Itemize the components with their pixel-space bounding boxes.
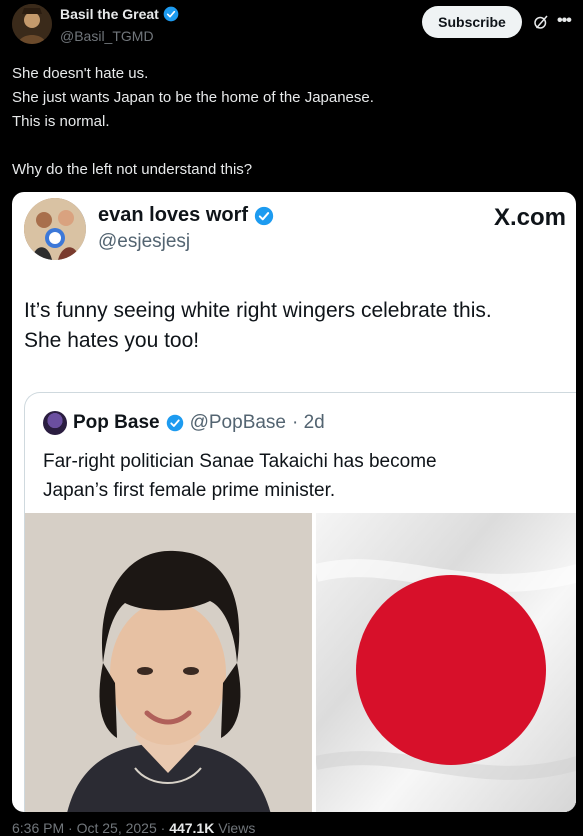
quoted-author-name: Pop Base [73,412,160,433]
subscribe-button[interactable]: Subscribe [422,6,522,38]
japan-flag-photo [316,513,576,812]
quoted-post: Pop Base @PopBase · 2d Far-right politic… [24,392,576,812]
embedded-text-line: It’s funny seeing white right wingers ce… [24,299,492,322]
embedded-post-text: It’s funny seeing white right wingers ce… [24,296,569,356]
avatar-image [12,4,52,44]
post-line: Why do the left not understand this? [12,161,253,178]
quoted-verified-badge-icon [166,414,183,432]
quoted-post-header: Pop Base @PopBase · 2d [43,411,325,435]
embedded-author-info: evan loves worf @esjesjesj [98,204,274,253]
author-avatar[interactable] [12,4,52,44]
portrait-image [25,513,312,812]
embedded-author-name: evan loves worf [98,204,249,226]
quoted-author-avatar [43,411,67,435]
quoted-post-text: Far-right politician Sanae Takaichi has … [43,447,563,505]
author-info: Basil the Great @Basil_TGMD [60,6,179,44]
author-handle[interactable]: @Basil_TGMD [60,28,179,44]
more-options-icon[interactable]: ••• [557,12,575,30]
embedded-author-handle: @esjesjesj [98,231,191,252]
post-body: She doesn't hate us. She just wants Japa… [12,62,572,182]
post-line: She just wants Japan to be the home of t… [12,89,374,106]
portrait-photo [25,513,312,812]
x-com-logo: X.com [493,204,566,231]
embedded-screenshot[interactable]: evan loves worf @esjesjesj X.com It’s fu… [12,192,576,812]
japan-flag-image [316,513,576,812]
embedded-text-line: She hates you too! [24,329,200,352]
post-line [12,134,572,158]
post-header: Basil the Great @Basil_TGMD Subscribe ••… [12,4,572,44]
embedded-avatar-image [24,198,86,260]
quoted-text-line: Far-right politician Sanae Takaichi has … [43,451,437,472]
embedded-author-avatar [24,198,86,260]
author-name-row[interactable]: Basil the Great [60,6,179,22]
post-line: She doesn't hate us. [12,65,149,82]
verified-badge-icon [163,6,179,22]
quoted-author-handle: @PopBase [189,412,286,433]
quoted-text-line: Japan’s first female prime minister. [43,480,336,501]
author-name[interactable]: Basil the Great [60,6,159,22]
grok-icon[interactable] [532,13,550,31]
embedded-author-name-row: evan loves worf [98,204,274,227]
quoted-post-time: · 2d [292,412,325,433]
embedded-verified-badge-icon [254,206,274,225]
post-line: This is normal. [12,113,110,130]
